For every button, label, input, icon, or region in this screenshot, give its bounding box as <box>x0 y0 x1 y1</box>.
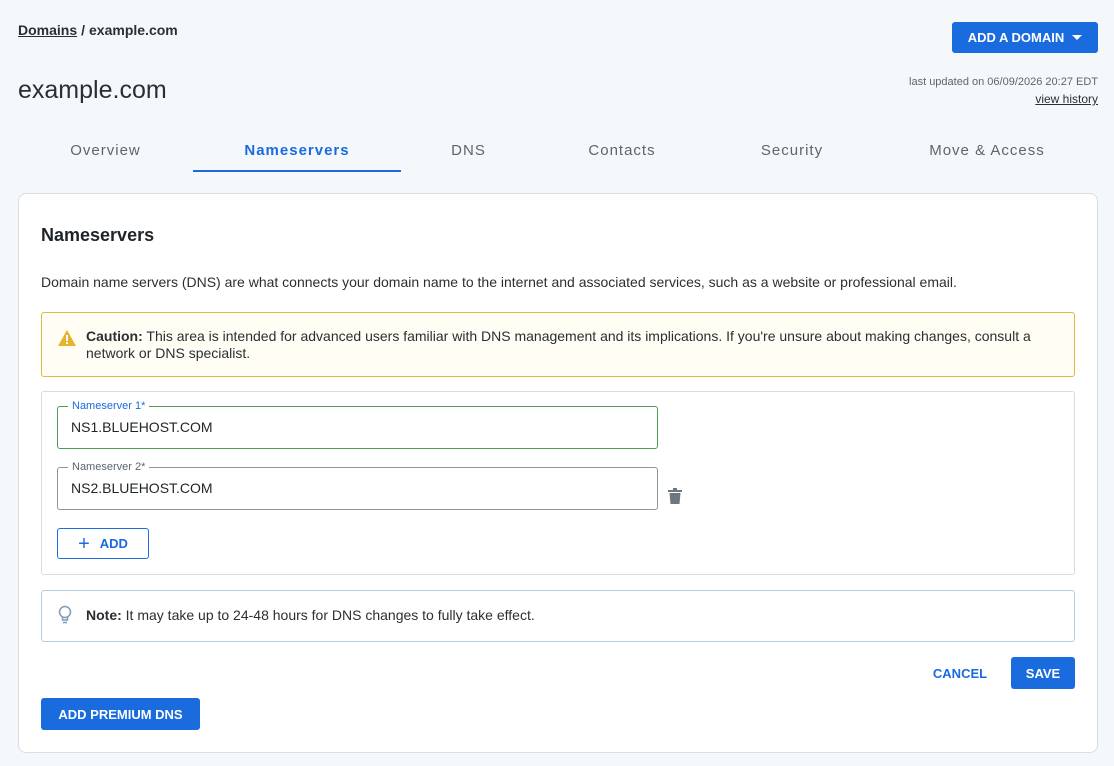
nameservers-card: Nameservers Domain name servers (DNS) ar… <box>18 193 1098 753</box>
view-history-link[interactable]: view history <box>909 92 1098 106</box>
last-updated-info: last updated on 06/09/2026 20:27 EDT vie… <box>909 76 1098 106</box>
warning-icon <box>58 330 76 350</box>
nameserver-1-input[interactable] <box>71 417 631 437</box>
add-domain-button[interactable]: ADD A DOMAIN <box>952 22 1098 53</box>
caret-down-icon <box>1072 35 1083 40</box>
tab-overview[interactable]: Overview <box>18 128 193 172</box>
note-alert: Note: It may take up to 24-48 hours for … <box>41 590 1075 642</box>
nameserver-2-input[interactable] <box>71 478 631 498</box>
tab-bar: Overview Nameservers DNS Contacts Securi… <box>18 128 1098 172</box>
breadcrumb-separator: / <box>81 22 86 38</box>
caution-alert: Caution: This area is intended for advan… <box>41 312 1075 377</box>
tab-nameservers[interactable]: Nameservers <box>193 128 401 172</box>
breadcrumb-domains-link[interactable]: Domains <box>18 22 77 38</box>
card-title: Nameservers <box>41 225 155 245</box>
cancel-button[interactable]: CANCEL <box>925 657 995 689</box>
caution-text: This area is intended for advanced users… <box>86 328 1031 361</box>
caution-label: Caution: <box>86 328 143 344</box>
note-label: Note: <box>86 607 122 623</box>
add-premium-dns-button[interactable]: ADD PREMIUM DNS <box>41 698 200 730</box>
breadcrumb: Domains / example.com <box>18 22 178 38</box>
nameserver-1-field: Nameserver 1* <box>57 399 658 449</box>
save-button[interactable]: SAVE <box>1011 657 1075 689</box>
tab-security[interactable]: Security <box>708 128 876 172</box>
add-nameserver-label: ADD <box>99 536 128 551</box>
breadcrumb-current: example.com <box>89 22 178 38</box>
nameserver-2-field: Nameserver 2* <box>57 460 658 510</box>
trash-icon[interactable] <box>668 488 682 509</box>
tab-dns[interactable]: DNS <box>401 128 536 172</box>
plus-icon: + <box>78 532 90 555</box>
nameserver-list: Nameserver 1* Nameserver 2* + ADD <box>41 391 1075 575</box>
last-updated-text: last updated on 06/09/2026 20:27 EDT <box>909 76 1098 88</box>
add-nameserver-button[interactable]: + ADD <box>57 528 149 559</box>
tab-contacts[interactable]: Contacts <box>536 128 708 172</box>
page-title: example.com <box>18 76 167 104</box>
add-domain-label: ADD A DOMAIN <box>967 30 1065 45</box>
card-description: Domain name servers (DNS) are what conne… <box>41 274 957 290</box>
nameserver-1-label: Nameserver 1* <box>68 399 150 413</box>
lightbulb-icon <box>58 605 72 628</box>
note-text: It may take up to 24-48 hours for DNS ch… <box>121 607 535 623</box>
nameserver-2-label: Nameserver 2* <box>68 460 150 474</box>
tab-move-access[interactable]: Move & Access <box>876 128 1098 172</box>
